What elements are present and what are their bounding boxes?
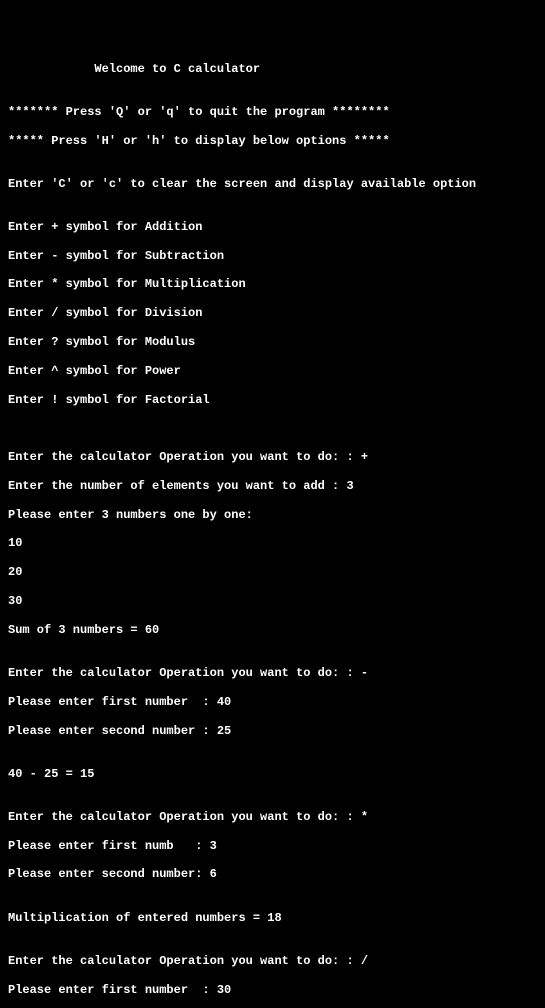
op-multiplication: Enter * symbol for Multiplication [8, 277, 537, 291]
sub-first-prompt: Please enter first number : 40 [8, 695, 537, 709]
mul-operation-prompt: Enter the calculator Operation you want … [8, 810, 537, 824]
add-input-1: 10 [8, 536, 537, 550]
mul-second-prompt: Please enter second number: 6 [8, 867, 537, 881]
add-operation-prompt: Enter the calculator Operation you want … [8, 450, 537, 464]
quit-instruction: ******* Press 'Q' or 'q' to quit the pro… [8, 105, 537, 119]
op-power: Enter ^ symbol for Power [8, 364, 537, 378]
op-division: Enter / symbol for Division [8, 306, 537, 320]
add-input-2: 20 [8, 565, 537, 579]
welcome-title: Welcome to C calculator [8, 62, 537, 76]
op-subtraction: Enter - symbol for Subtraction [8, 249, 537, 263]
div-first-prompt: Please enter first number : 30 [8, 983, 537, 997]
add-enter-instruction: Please enter 3 numbers one by one: [8, 508, 537, 522]
op-modulus: Enter ? symbol for Modulus [8, 335, 537, 349]
div-operation-prompt: Enter the calculator Operation you want … [8, 954, 537, 968]
op-addition: Enter + symbol for Addition [8, 220, 537, 234]
clear-instruction: Enter 'C' or 'c' to clear the screen and… [8, 177, 537, 191]
sub-operation-prompt: Enter the calculator Operation you want … [8, 666, 537, 680]
mul-result: Multiplication of entered numbers = 18 [8, 911, 537, 925]
add-input-3: 30 [8, 594, 537, 608]
add-count-prompt: Enter the number of elements you want to… [8, 479, 537, 493]
mul-first-prompt: Please enter first numb : 3 [8, 839, 537, 853]
help-instruction: ***** Press 'H' or 'h' to display below … [8, 134, 537, 148]
op-factorial: Enter ! symbol for Factorial [8, 393, 537, 407]
sub-result: 40 - 25 = 15 [8, 767, 537, 781]
add-result: Sum of 3 numbers = 60 [8, 623, 537, 637]
sub-second-prompt: Please enter second number : 25 [8, 724, 537, 738]
